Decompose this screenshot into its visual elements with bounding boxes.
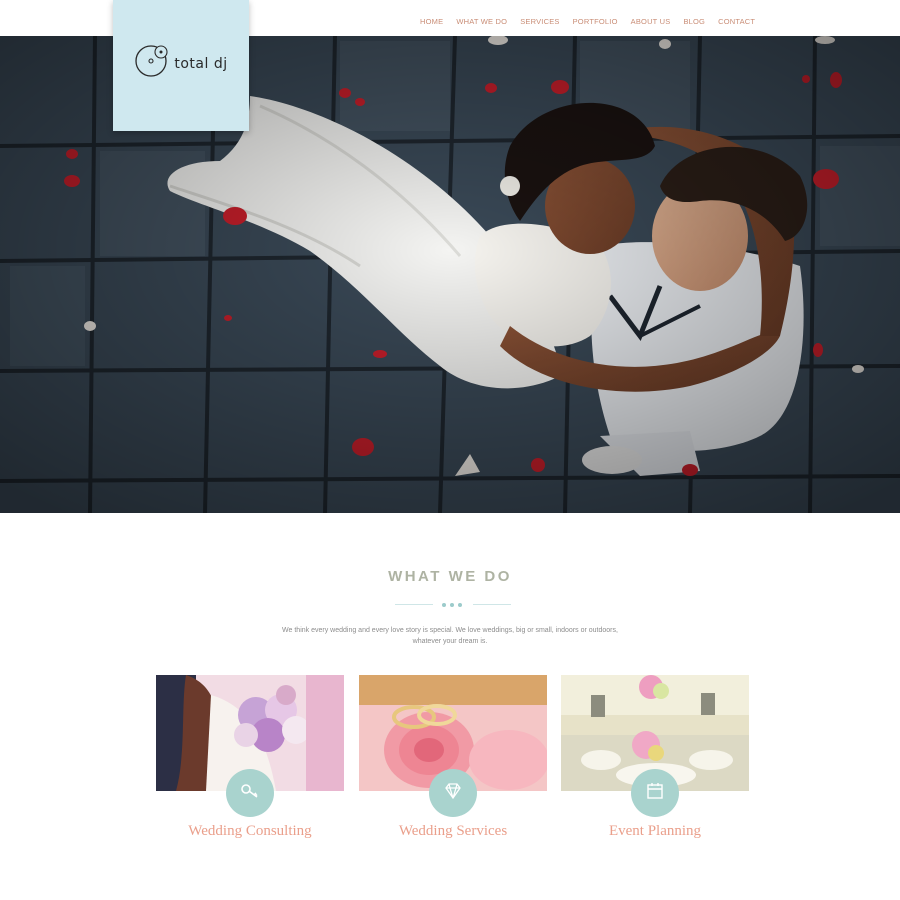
calendar-icon-circle[interactable] [631, 769, 679, 817]
diamond-icon [443, 781, 463, 806]
card-label[interactable]: Wedding Services [339, 823, 567, 840]
key-icon [240, 781, 260, 806]
main-nav: HOME WHAT WE DO SERVICES PORTFOLIO ABOUT… [420, 17, 768, 26]
title-divider [395, 603, 511, 607]
card-label[interactable]: Wedding Consulting [136, 823, 364, 840]
intro-line-2: whatever your dream is. [412, 638, 488, 645]
diamond-icon-circle[interactable] [429, 769, 477, 817]
card-label[interactable]: Event Planning [541, 823, 769, 840]
nav-portfolio[interactable]: PORTFOLIO [573, 17, 618, 26]
vinyl-disc-icon [134, 43, 170, 84]
key-icon-circle[interactable] [226, 769, 274, 817]
nav-what-we-do[interactable]: WHAT WE DO [456, 17, 507, 26]
card-wedding-consulting[interactable]: Wedding Consulting [156, 675, 344, 855]
card-event-planning[interactable]: Event Planning [561, 675, 749, 855]
nav-blog[interactable]: BLOG [683, 17, 705, 26]
section-title: WHAT WE DO [388, 568, 512, 585]
nav-contact[interactable]: CONTACT [718, 17, 755, 26]
nav-home[interactable]: HOME [420, 17, 443, 26]
logo[interactable]: total dj [113, 0, 249, 131]
card-wedding-services[interactable]: Wedding Services [359, 675, 547, 855]
intro-line-1: We think every wedding and every love st… [282, 627, 618, 634]
logo-text: total dj [174, 55, 228, 72]
section-intro: We think every wedding and every love st… [240, 625, 660, 647]
nav-about-us[interactable]: ABOUT US [631, 17, 671, 26]
calendar-icon [645, 781, 665, 806]
nav-services[interactable]: SERVICES [520, 17, 559, 26]
